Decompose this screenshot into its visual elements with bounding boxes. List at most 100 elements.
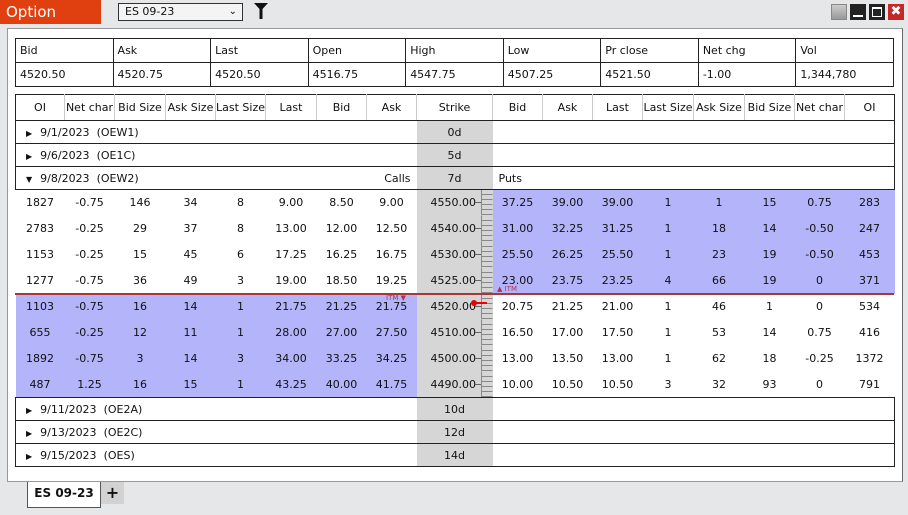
call-cell[interactable]: 34.25 xyxy=(366,345,417,372)
expiry-row[interactable]: ▶ 9/6/2023 (OE1C) 5d xyxy=(15,143,895,167)
call-cell[interactable]: 14 xyxy=(165,293,216,320)
put-cell[interactable]: 53 xyxy=(694,320,745,346)
column-header[interactable]: Last Size xyxy=(642,94,694,121)
column-header[interactable]: Bid Size xyxy=(114,94,166,121)
call-cell[interactable]: -0.75 xyxy=(65,190,115,216)
put-cell[interactable]: 26.25 xyxy=(542,241,593,268)
call-cell[interactable]: 16.75 xyxy=(367,242,417,268)
column-header[interactable]: Last xyxy=(592,94,643,121)
put-cell[interactable]: 1 xyxy=(642,241,694,268)
put-cell[interactable]: 18 xyxy=(693,215,745,242)
call-cell[interactable]: 14 xyxy=(165,345,216,372)
put-cell[interactable]: 0 xyxy=(794,267,845,294)
put-cell[interactable]: 1 xyxy=(642,215,694,242)
call-cell[interactable]: 15 xyxy=(165,371,216,398)
put-cell[interactable]: 32.25 xyxy=(542,215,593,242)
put-cell[interactable]: 62 xyxy=(694,346,745,372)
symbol-select[interactable]: ES 09-23 ⌄ xyxy=(118,3,243,21)
expiry-row[interactable]: ▶ 9/15/2023 (OES) 14d xyxy=(15,443,895,467)
column-header[interactable]: Ask xyxy=(366,94,417,121)
column-header[interactable]: OI xyxy=(15,94,65,121)
column-header[interactable]: Ask Size xyxy=(165,94,216,121)
restore-icon[interactable] xyxy=(831,4,847,20)
call-cell[interactable]: 16 xyxy=(114,371,166,398)
expiry-row[interactable]: ▶ 9/1/2023 (OEW1) 0d xyxy=(15,120,895,144)
put-cell[interactable]: 1 xyxy=(642,189,694,216)
call-cell[interactable]: 11 xyxy=(165,319,216,346)
call-cell[interactable]: 16.25 xyxy=(317,242,367,268)
call-cell[interactable]: 3 xyxy=(114,345,166,372)
put-cell[interactable]: 17.50 xyxy=(593,320,643,346)
call-cell[interactable]: -0.25 xyxy=(64,319,115,346)
call-cell[interactable]: 8 xyxy=(216,190,266,216)
caret-down-icon[interactable]: ▼ xyxy=(26,175,32,184)
call-cell[interactable]: -0.25 xyxy=(65,216,115,242)
put-cell[interactable]: 283 xyxy=(844,189,895,216)
put-cell[interactable]: 20.75 xyxy=(493,294,543,320)
call-cell[interactable]: 43.25 xyxy=(265,371,317,398)
put-cell[interactable]: 1 xyxy=(693,189,745,216)
call-cell[interactable]: 9.00 xyxy=(367,190,417,216)
call-cell[interactable]: 1277 xyxy=(16,268,65,294)
put-cell[interactable]: 15 xyxy=(744,189,795,216)
expiry-row[interactable]: ▼ 9/8/2023 (OEW2) Calls 7d Puts xyxy=(15,166,895,190)
put-cell[interactable]: 13.00 xyxy=(493,346,543,372)
call-cell[interactable]: 6 xyxy=(216,242,266,268)
put-cell[interactable]: -0.50 xyxy=(794,215,845,242)
call-cell[interactable]: 146 xyxy=(115,190,166,216)
column-header[interactable]: Bid xyxy=(316,94,367,121)
put-cell[interactable]: 31.25 xyxy=(592,215,643,242)
caret-right-icon[interactable]: ▶ xyxy=(26,129,32,138)
call-cell[interactable]: 8 xyxy=(216,216,266,242)
call-cell[interactable]: 27.00 xyxy=(316,319,367,346)
put-cell[interactable]: 39.00 xyxy=(592,189,643,216)
put-cell[interactable]: 14 xyxy=(744,215,795,242)
call-cell[interactable]: -0.75 xyxy=(64,293,115,320)
put-cell[interactable]: 371 xyxy=(844,267,895,294)
put-cell[interactable]: 17.00 xyxy=(543,320,593,346)
call-cell[interactable]: 19.00 xyxy=(266,268,317,294)
call-cell[interactable]: 8.50 xyxy=(317,190,367,216)
call-cell[interactable]: 17.25 xyxy=(266,242,317,268)
put-cell[interactable]: 0 xyxy=(795,294,845,320)
call-cell[interactable]: 12.50 xyxy=(367,216,417,242)
put-cell[interactable]: 10.50 xyxy=(593,372,643,398)
put-cell[interactable]: 19 xyxy=(744,241,795,268)
call-cell[interactable]: 16 xyxy=(114,293,166,320)
call-cell[interactable]: 21.75 xyxy=(265,293,317,320)
put-cell[interactable]: 1 xyxy=(745,294,795,320)
tab-es-09-23[interactable]: ES 09-23 xyxy=(27,482,101,508)
call-cell[interactable]: 1827 xyxy=(16,190,65,216)
call-cell[interactable]: 2783 xyxy=(16,216,65,242)
call-cell[interactable]: -0.25 xyxy=(65,242,115,268)
put-cell[interactable]: 0.75 xyxy=(795,320,845,346)
expiry-row[interactable]: ▶ 9/13/2023 (OE2C) 12d xyxy=(15,420,895,444)
column-header[interactable]: Bid Size xyxy=(744,94,795,121)
call-cell[interactable]: 1.25 xyxy=(64,371,115,398)
call-cell[interactable]: 1 xyxy=(215,371,266,398)
put-cell[interactable]: 1 xyxy=(643,346,694,372)
put-cell[interactable]: 37.25 xyxy=(492,189,543,216)
put-cell[interactable]: 39.00 xyxy=(542,189,593,216)
column-header[interactable]: Ask Size xyxy=(693,94,745,121)
put-cell[interactable]: 93 xyxy=(745,372,795,398)
filter-icon[interactable] xyxy=(254,3,268,19)
call-cell[interactable]: 36 xyxy=(115,268,166,294)
put-cell[interactable]: 416 xyxy=(845,320,895,346)
column-header[interactable]: Last xyxy=(265,94,317,121)
column-header[interactable]: OI xyxy=(844,94,895,121)
call-cell[interactable]: 1103 xyxy=(15,293,65,320)
put-cell[interactable]: 0.75 xyxy=(794,189,845,216)
put-cell[interactable]: 3 xyxy=(643,372,694,398)
caret-right-icon[interactable]: ▶ xyxy=(26,406,32,415)
call-cell[interactable]: 1 xyxy=(215,319,266,346)
put-cell[interactable]: 19 xyxy=(744,267,795,294)
minimize-icon[interactable] xyxy=(850,4,866,20)
put-cell[interactable]: 4 xyxy=(642,267,694,294)
put-cell[interactable]: 25.50 xyxy=(492,241,543,268)
put-cell[interactable]: 453 xyxy=(844,241,895,268)
call-cell[interactable]: 45 xyxy=(166,242,216,268)
column-header[interactable]: Net char xyxy=(794,94,845,121)
put-cell[interactable]: 791 xyxy=(845,372,895,398)
call-cell[interactable]: 40.00 xyxy=(316,371,367,398)
